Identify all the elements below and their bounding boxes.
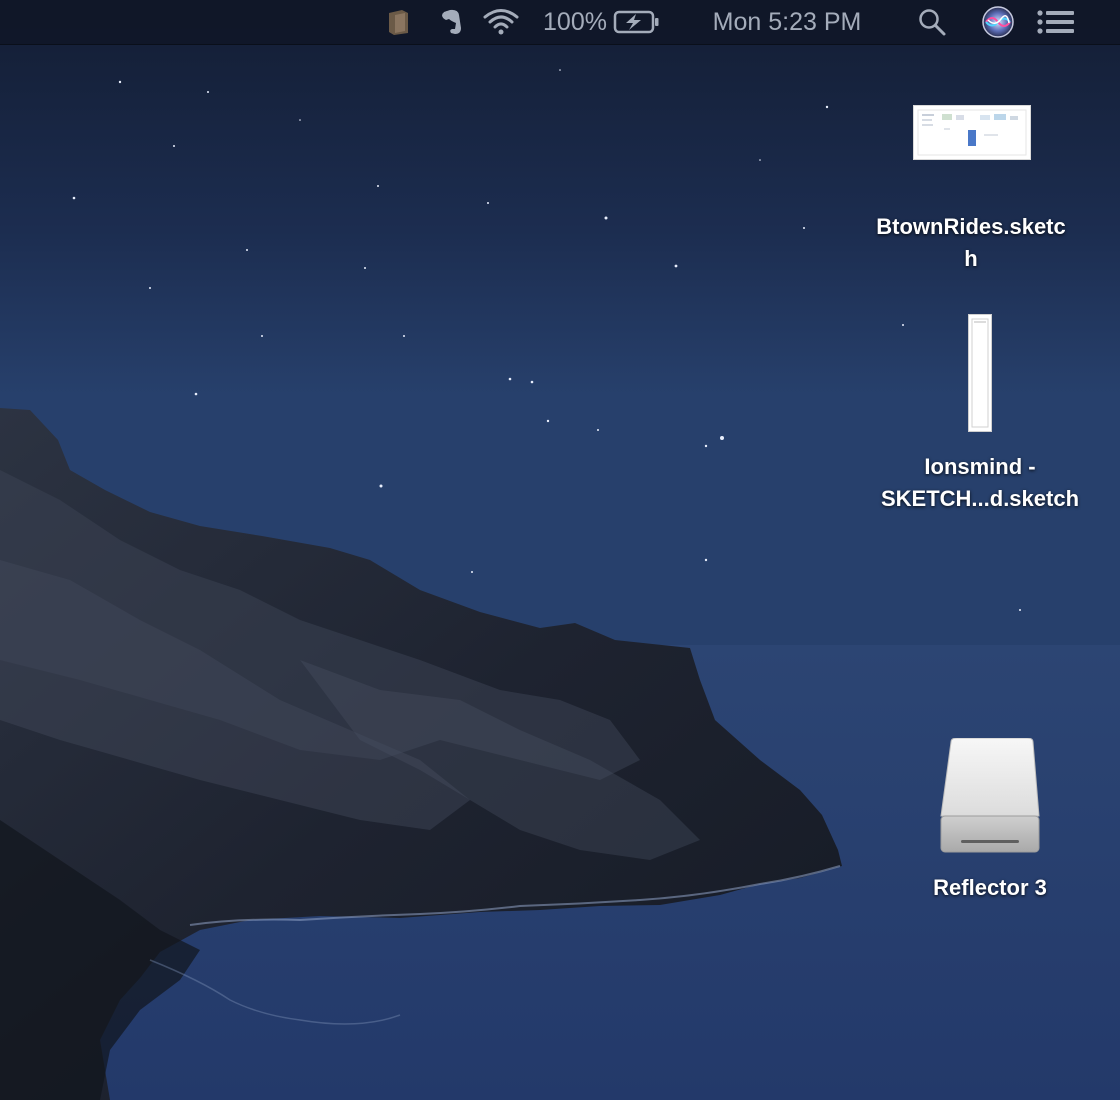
battery-charging-icon[interactable] — [612, 0, 662, 44]
desktop-item-reflector-drive[interactable]: Reflector 3 — [930, 738, 1050, 904]
battery-percent[interactable]: 100% — [542, 0, 608, 44]
notification-center-icon[interactable] — [1034, 0, 1078, 44]
ionsmind-sketch-thumbnail[interactable] — [968, 314, 992, 432]
menu-bar: 100% Mon 5:23 PM — [0, 0, 1120, 45]
wifi-icon[interactable] — [480, 0, 522, 44]
sketch-preview-icon — [971, 318, 989, 428]
notebook-app-icon[interactable] — [382, 0, 416, 44]
evernote-elephant-icon[interactable] — [434, 0, 468, 44]
desktop-item-label: h — [964, 246, 978, 271]
desktop-item-ionsmind[interactable]: Ionsmind - SKETCH...d.sketch — [848, 451, 1112, 515]
desktop-item-label: Ionsmind - — [924, 454, 1036, 479]
battery-percent-text: 100% — [543, 7, 607, 36]
clock-text: Mon 5:23 PM — [712, 7, 862, 36]
btownrides-sketch-thumbnail[interactable] — [913, 105, 1031, 160]
desktop-item-label: BtownRides.sketc — [876, 214, 1066, 239]
sketch-preview-icon — [917, 109, 1027, 156]
siri-icon[interactable] — [978, 0, 1018, 44]
external-drive-icon — [940, 738, 1040, 853]
desktop-item-label: SKETCH...d.sketch — [880, 486, 1080, 511]
menu-clock[interactable]: Mon 5:23 PM — [694, 0, 880, 44]
desktop[interactable]: 100% Mon 5:23 PM BtownRides.sketc h Ions… — [0, 0, 1120, 1100]
spotlight-search-icon[interactable] — [912, 0, 952, 44]
desktop-item-label: Reflector 3 — [933, 875, 1047, 900]
desktop-item-btownrides[interactable]: BtownRides.sketc h — [855, 211, 1087, 275]
wallpaper-image — [0, 0, 1120, 1100]
